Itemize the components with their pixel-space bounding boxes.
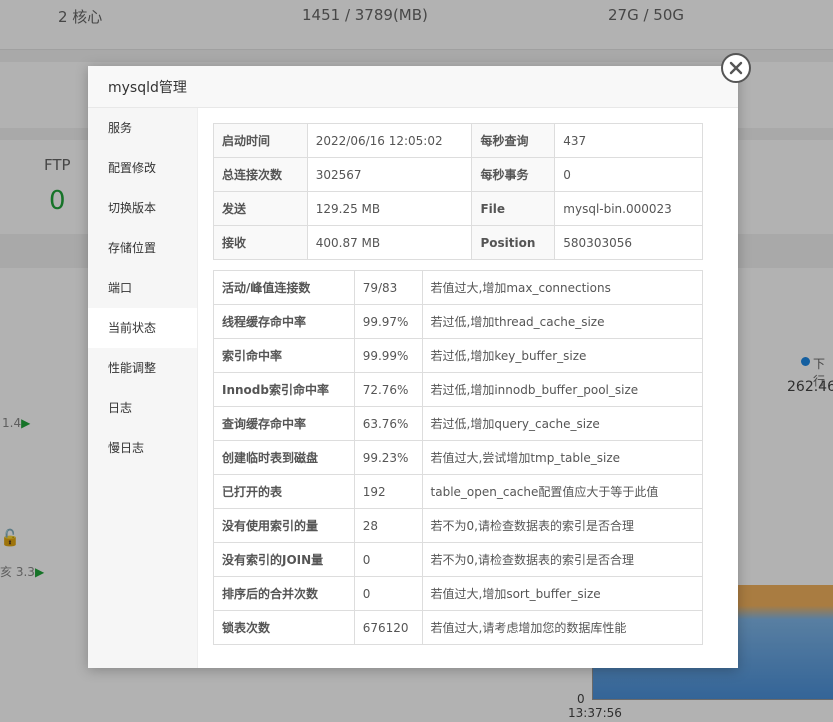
perf-metric-value: 0 xyxy=(353,542,423,577)
status-key: 每秒事务 xyxy=(471,157,556,192)
perf-metric-value: 192 xyxy=(353,474,423,509)
perf-metric-name: 创建临时表到磁盘 xyxy=(213,440,355,475)
perf-row: 活动/峰值连接数 79/83 若值过大,增加max_connections xyxy=(213,270,704,305)
perf-metric-value: 99.97% xyxy=(353,304,423,339)
status-value: mysql-bin.000023 xyxy=(554,191,703,226)
status-content: 启动时间 2022/06/16 12:05:02 每秒查询 437 总连接次数 30256… xyxy=(213,123,704,645)
dialog-header: mysqld管理 xyxy=(88,66,738,108)
perf-metric-name: 查询缓存命中率 xyxy=(213,406,355,441)
perf-metric-value: 63.76% xyxy=(353,406,423,441)
status-value: 302567 xyxy=(306,157,473,192)
perf-metric-hint: 若过低,增加thread_cache_size xyxy=(421,304,704,339)
perf-metric-name: Innodb索引命中率 xyxy=(213,372,355,407)
perf-metric-value: 79/83 xyxy=(353,270,423,305)
perf-metric-value: 676120 xyxy=(353,610,423,645)
status-key: 每秒查询 xyxy=(471,123,556,158)
sidebar-item-log[interactable]: 日志 xyxy=(88,388,197,428)
sidebar-item-performance[interactable]: 性能调整 xyxy=(88,348,197,388)
perf-row: 创建临时表到磁盘 99.23% 若值过大,尝试增加tmp_table_size xyxy=(213,440,704,475)
close-icon xyxy=(729,61,743,75)
status-key: File xyxy=(471,191,556,226)
perf-metric-name: 已打开的表 xyxy=(213,474,355,509)
sidebar-item-service[interactable]: 服务 xyxy=(88,108,197,148)
perf-row: 查询缓存命中率 63.76% 若过低,增加query_cache_size xyxy=(213,406,704,441)
perf-metric-value: 28 xyxy=(353,508,423,543)
status-value: 0 xyxy=(554,157,703,192)
status-key: 启动时间 xyxy=(213,123,308,158)
status-row: 启动时间 2022/06/16 12:05:02 每秒查询 437 xyxy=(213,123,703,158)
sidebar-item-config[interactable]: 配置修改 xyxy=(88,148,197,188)
close-button[interactable] xyxy=(721,53,751,83)
status-row: 接收 400.87 MB Position 580303056 xyxy=(213,225,703,260)
perf-metric-hint: 若值过大,尝试增加tmp_table_size xyxy=(421,440,704,475)
perf-metric-value: 99.99% xyxy=(353,338,423,373)
perf-metric-hint: 若值过大,请考虑增加您的数据库性能 xyxy=(421,610,704,645)
dialog-sidebar: 服务 配置修改 切换版本 存储位置 端口 当前状态 性能调整 日志 慢日志 xyxy=(88,108,198,668)
perf-metric-hint: 若过低,增加query_cache_size xyxy=(421,406,704,441)
perf-metric-name: 锁表次数 xyxy=(213,610,355,645)
perf-row: 索引命中率 99.99% 若过低,增加key_buffer_size xyxy=(213,338,704,373)
perf-metric-hint: 若不为0,请检查数据表的索引是否合理 xyxy=(421,508,704,543)
perf-metric-value: 99.23% xyxy=(353,440,423,475)
perf-metric-name: 排序后的合并次数 xyxy=(213,576,355,611)
perf-row: Innodb索引命中率 72.76% 若过低,增加innodb_buffer_poo… xyxy=(213,372,704,407)
perf-metric-hint: 若不为0,请检查数据表的索引是否合理 xyxy=(421,542,704,577)
status-value: 437 xyxy=(554,123,703,158)
status-value: 2022/06/16 12:05:02 xyxy=(306,123,473,158)
status-value: 580303056 xyxy=(554,225,703,260)
perf-metric-name: 线程缓存命中率 xyxy=(213,304,355,339)
dialog-title: mysqld管理 xyxy=(108,79,187,96)
status-table: 启动时间 2022/06/16 12:05:02 每秒查询 437 总连接次数 30256… xyxy=(213,123,703,260)
perf-row: 线程缓存命中率 99.97% 若过低,增加thread_cache_size xyxy=(213,304,704,339)
sidebar-item-slow-log[interactable]: 慢日志 xyxy=(88,428,197,468)
perf-row: 没有使用索引的量 28 若不为0,请检查数据表的索引是否合理 xyxy=(213,508,704,543)
perf-metric-hint: 若值过大,增加max_connections xyxy=(421,270,704,305)
sidebar-item-storage[interactable]: 存储位置 xyxy=(88,228,197,268)
status-key: 发送 xyxy=(213,191,308,226)
perf-row: 锁表次数 676120 若值过大,请考虑增加您的数据库性能 xyxy=(213,610,704,645)
perf-metric-hint: 若过低,增加innodb_buffer_pool_size xyxy=(421,372,704,407)
sidebar-item-port[interactable]: 端口 xyxy=(88,268,197,308)
sidebar-item-status[interactable]: 当前状态 xyxy=(88,308,197,348)
performance-table: 活动/峰值连接数 79/83 若值过大,增加max_connections 线程缓存命… xyxy=(213,270,704,645)
perf-row: 已打开的表 192 table_open_cache配置值应大于等于此值 xyxy=(213,474,704,509)
perf-metric-value: 72.76% xyxy=(353,372,423,407)
sidebar-item-version[interactable]: 切换版本 xyxy=(88,188,197,228)
status-row: 总连接次数 302567 每秒事务 0 xyxy=(213,157,703,192)
status-key: 总连接次数 xyxy=(213,157,308,192)
perf-row: 没有索引的JOIN量 0 若不为0,请检查数据表的索引是否合理 xyxy=(213,542,704,577)
perf-metric-name: 没有使用索引的量 xyxy=(213,508,355,543)
status-key: Position xyxy=(471,225,556,260)
perf-metric-name: 索引命中率 xyxy=(213,338,355,373)
status-row: 发送 129.25 MB File mysql-bin.000023 xyxy=(213,191,703,226)
status-value: 400.87 MB xyxy=(306,225,473,260)
perf-metric-name: 活动/峰值连接数 xyxy=(213,270,355,305)
perf-row: 排序后的合并次数 0 若值过大,增加sort_buffer_size xyxy=(213,576,704,611)
perf-metric-value: 0 xyxy=(353,576,423,611)
perf-metric-hint: table_open_cache配置值应大于等于此值 xyxy=(421,474,704,509)
status-value: 129.25 MB xyxy=(306,191,473,226)
perf-metric-hint: 若过低,增加key_buffer_size xyxy=(421,338,704,373)
status-key: 接收 xyxy=(213,225,308,260)
perf-metric-name: 没有索引的JOIN量 xyxy=(213,542,355,577)
perf-metric-hint: 若值过大,增加sort_buffer_size xyxy=(421,576,704,611)
